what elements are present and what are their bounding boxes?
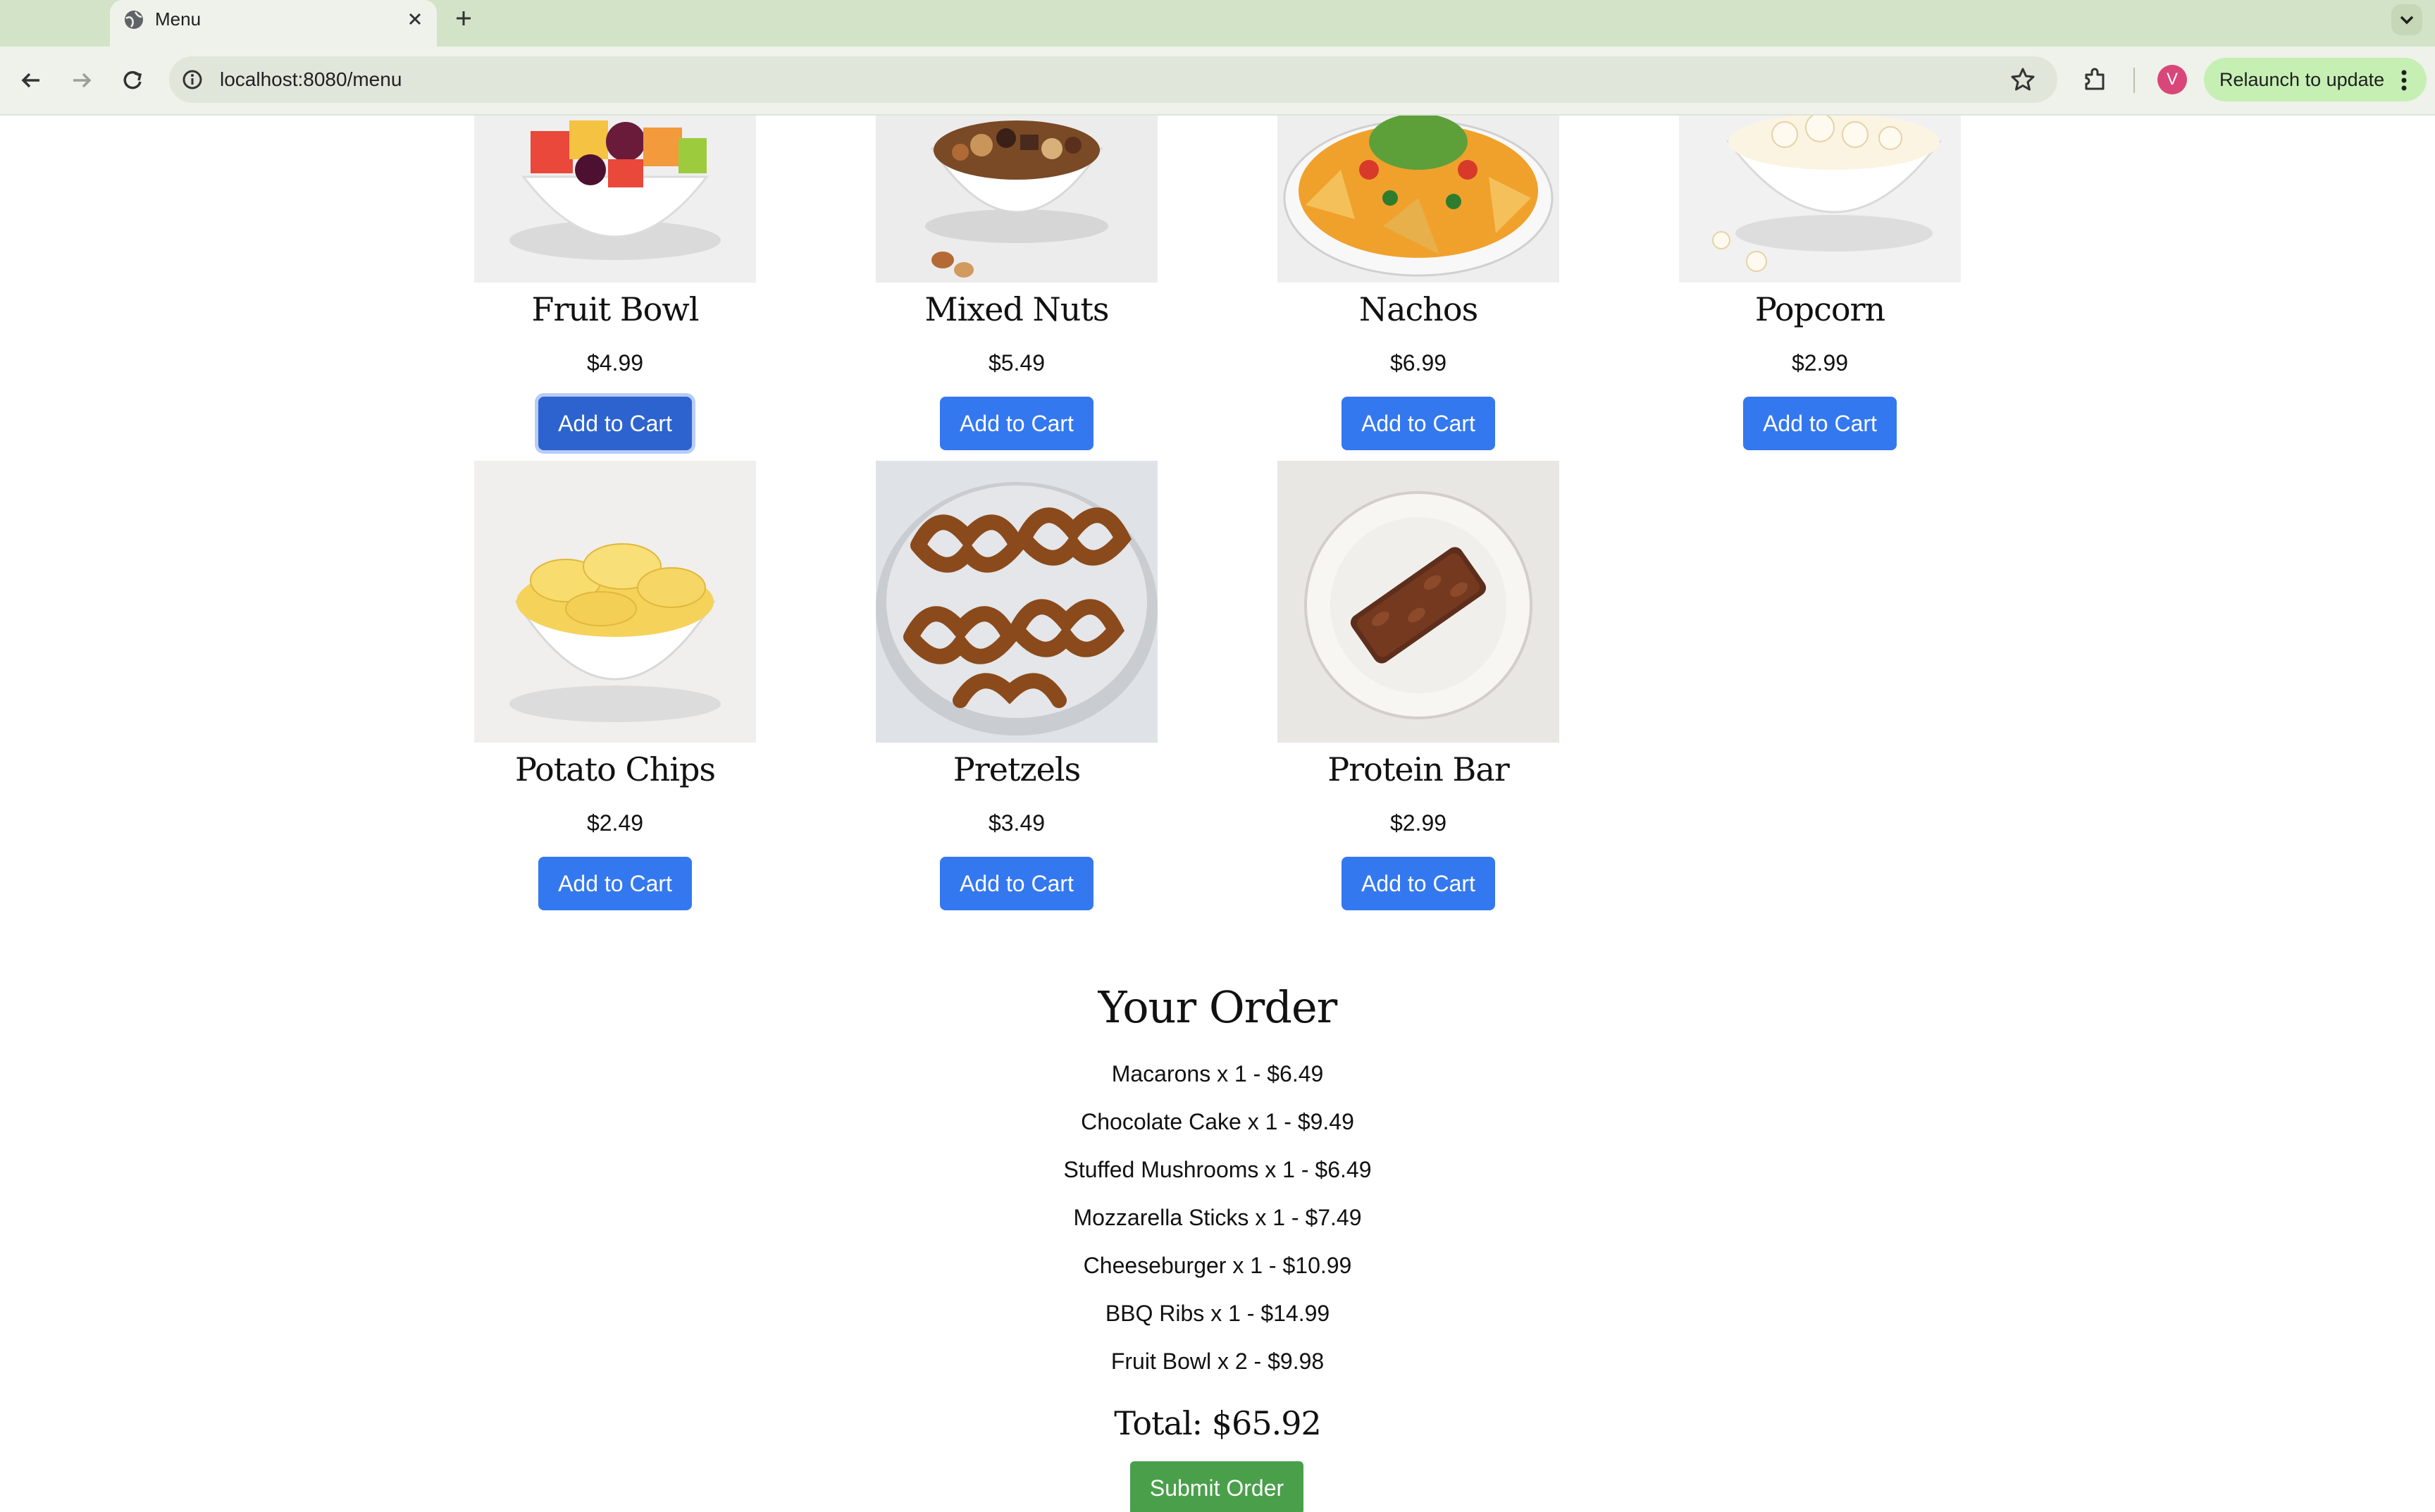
popcorn-image (1679, 116, 1961, 283)
order-total: Total: $65.92 (1114, 1404, 1322, 1442)
item-price: $4.99 (586, 350, 644, 376)
tab-title: Menu (155, 8, 202, 30)
add-to-cart-button[interactable]: Add to Cart (940, 857, 1093, 910)
menu-card: Popcorn $2.99 Add to Cart (1679, 116, 1961, 450)
add-to-cart-button[interactable]: Add to Cart (1342, 857, 1495, 910)
close-icon[interactable] (403, 7, 427, 31)
forward-arrow-icon[interactable] (66, 65, 97, 96)
menu-card: Protein Bar $2.99 Add to Cart (1277, 461, 1559, 910)
order-line-item: Cheeseburger x 1 - $10.99 (1083, 1253, 1352, 1278)
item-price: $2.99 (1791, 350, 1849, 376)
item-price: $2.99 (1389, 810, 1447, 836)
menu-card: Nachos $6.99 Add to Cart (1277, 116, 1559, 450)
potato-chips-image (474, 461, 756, 743)
item-name: Mixed Nuts (924, 290, 1109, 328)
chevron-down-icon[interactable] (2391, 4, 2422, 35)
submit-order-button[interactable]: Submit Order (1130, 1461, 1303, 1512)
toolbar-divider (2133, 68, 2135, 93)
plus-icon[interactable] (450, 4, 478, 32)
item-price: $3.49 (988, 810, 1046, 836)
order-heading: Your Order (1098, 981, 1338, 1033)
menu-card: Potato Chips $2.49 Add to Cart (474, 461, 756, 910)
address-bar[interactable] (169, 56, 2057, 103)
menu-card: Mixed Nuts $5.49 Add to Cart (876, 116, 1158, 450)
add-to-cart-button[interactable]: Add to Cart (1342, 397, 1495, 450)
order-line-item: Mozzarella Sticks x 1 - $7.49 (1073, 1205, 1362, 1230)
profile-avatar[interactable]: V (2157, 65, 2187, 94)
order-line-item: Macarons x 1 - $6.49 (1111, 1061, 1324, 1086)
site-info-icon[interactable] (180, 68, 204, 92)
add-to-cart-button[interactable]: Add to Cart (940, 397, 1093, 450)
globe-icon (123, 8, 145, 31)
back-arrow-icon[interactable] (16, 65, 47, 96)
item-price: $5.49 (988, 350, 1046, 376)
extensions-icon[interactable] (2080, 65, 2109, 94)
kebab-menu-icon[interactable] (2394, 66, 2414, 94)
url-text[interactable]: localhost:8080/menu (220, 68, 402, 92)
order-line-item: Fruit Bowl x 2 - $9.98 (1110, 1349, 1325, 1374)
add-to-cart-button[interactable]: Add to Cart (538, 857, 692, 910)
mixed-nuts-image (876, 116, 1158, 283)
relaunch-label: Relaunch to update (2219, 69, 2385, 90)
star-icon[interactable] (2008, 65, 2038, 94)
add-to-cart-button[interactable]: Add to Cart (538, 397, 692, 450)
fruit-bowl-image (474, 116, 756, 283)
order-line-item: Chocolate Cake x 1 - $9.49 (1081, 1109, 1354, 1134)
add-to-cart-button[interactable]: Add to Cart (1743, 397, 1897, 450)
page-content: Fruit Bowl $4.99 Add to Cart Mixed Nuts … (0, 116, 2435, 1512)
item-price: $6.99 (1389, 350, 1447, 376)
menu-card: Pretzels $3.49 Add to Cart (876, 461, 1158, 910)
pretzels-image (876, 461, 1158, 743)
order-line-item: Stuffed Mushrooms x 1 - $6.49 (1063, 1157, 1372, 1182)
item-name: Pretzels (953, 750, 1081, 788)
nachos-image (1277, 116, 1559, 283)
item-name: Nachos (1358, 290, 1478, 328)
item-name: Protein Bar (1327, 750, 1510, 788)
menu-card: Fruit Bowl $4.99 Add to Cart (474, 116, 756, 450)
order-line-item: BBQ Ribs x 1 - $14.99 (1105, 1301, 1330, 1326)
item-name: Fruit Bowl (531, 290, 700, 328)
protein-bar-image (1277, 461, 1559, 743)
item-name: Potato Chips (514, 750, 716, 788)
item-name: Popcorn (1754, 290, 1885, 328)
item-price: $2.49 (586, 810, 644, 836)
reload-icon[interactable] (117, 65, 148, 96)
